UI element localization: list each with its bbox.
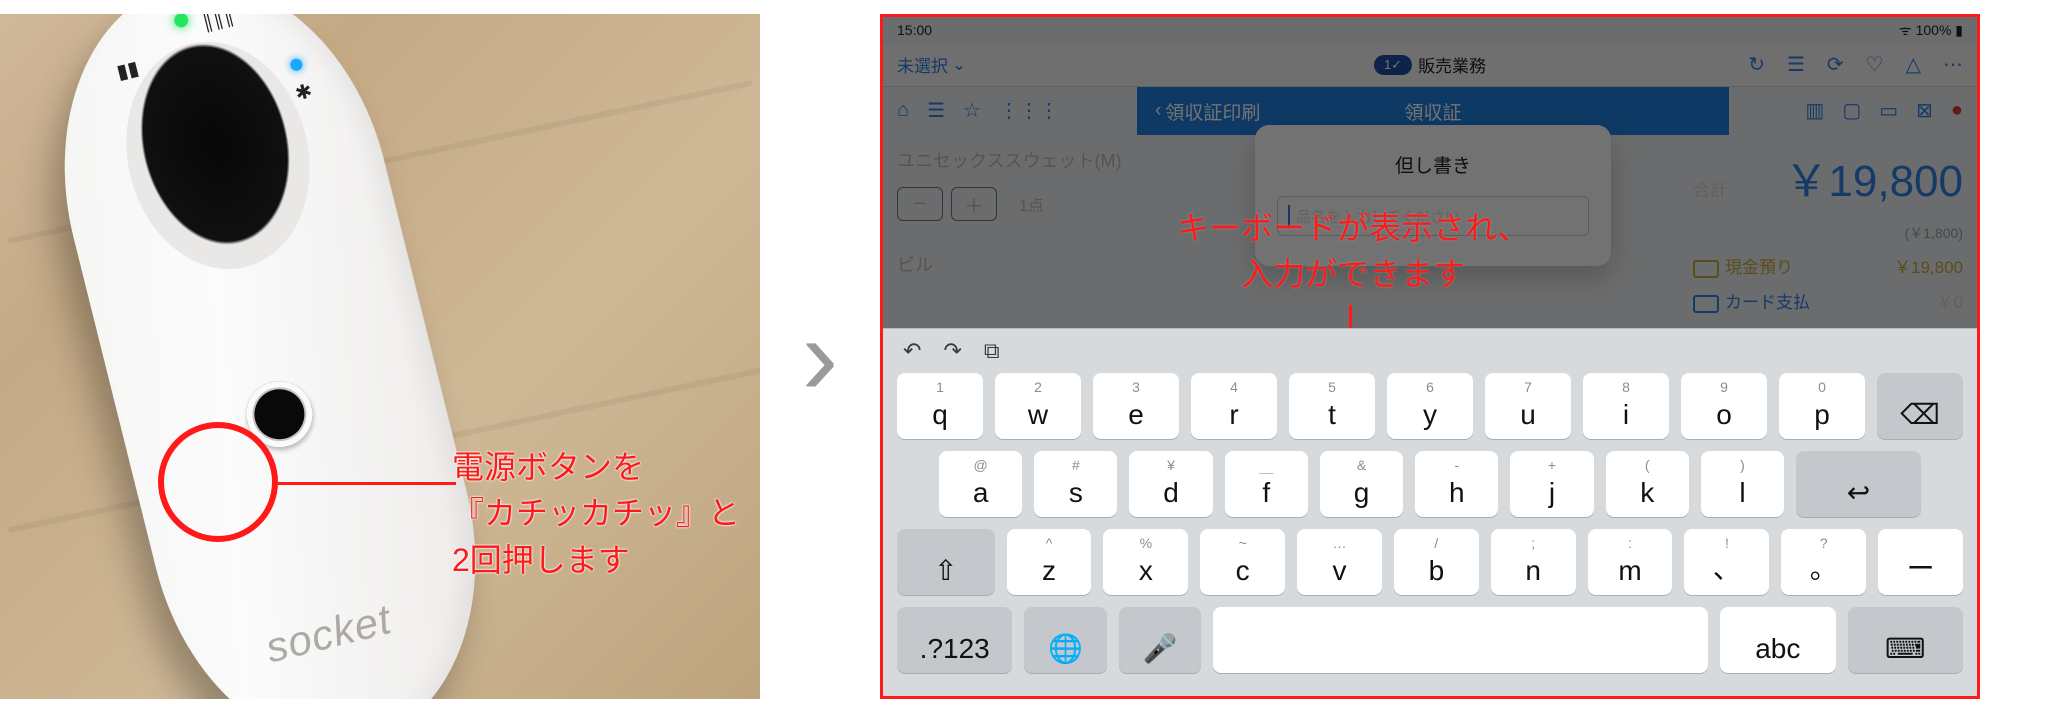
led-green — [173, 14, 190, 29]
key-、[interactable]: !、 — [1684, 529, 1769, 595]
key-space[interactable] — [1213, 607, 1708, 673]
key-d[interactable]: ¥d — [1129, 451, 1212, 517]
key-y[interactable]: 6y — [1387, 373, 1473, 439]
battery-icon: ▮▮ — [114, 55, 141, 85]
key-t[interactable]: 5t — [1289, 373, 1375, 439]
key-v[interactable]: …v — [1297, 529, 1382, 595]
arrow-icon: › — [760, 293, 880, 420]
key-return[interactable]: ↩ — [1796, 451, 1921, 517]
key-n[interactable]: ;n — [1491, 529, 1576, 595]
key-r[interactable]: 4r — [1191, 373, 1277, 439]
brand-text: socket — [261, 595, 396, 672]
key-abc[interactable]: abc — [1720, 607, 1835, 673]
key-c[interactable]: ~c — [1200, 529, 1285, 595]
key-k[interactable]: (k — [1606, 451, 1689, 517]
key-hide[interactable]: ⌨ — [1848, 607, 1963, 673]
key-j[interactable]: +j — [1510, 451, 1593, 517]
key-z[interactable]: ^z — [1007, 529, 1092, 595]
barcode-icon: ║║║ — [199, 14, 235, 33]
scanner-photo-panel: ▮▮ ║║║ ✱ socket 電源ボタンを 『カチッカチッ』と 2回押します — [0, 14, 760, 699]
key-b[interactable]: /b — [1394, 529, 1479, 595]
undo-icon[interactable]: ↶ — [903, 338, 921, 364]
key-。[interactable]: ?。 — [1781, 529, 1866, 595]
key-g[interactable]: &g — [1320, 451, 1403, 517]
key-ー[interactable]: ー — [1878, 529, 1963, 595]
key-i[interactable]: 8i — [1583, 373, 1669, 439]
callout-circle — [158, 422, 278, 542]
led-blue — [289, 57, 304, 72]
key-h[interactable]: -h — [1415, 451, 1498, 517]
key-shift[interactable]: ⇧ — [897, 529, 995, 595]
key-e[interactable]: 3e — [1093, 373, 1179, 439]
annotation-right: キーボードが表示され、 入力ができます — [1177, 205, 1529, 298]
copy-icon[interactable]: ⧉ — [984, 338, 1000, 364]
callout-leader — [278, 482, 456, 485]
key-a[interactable]: @a — [939, 451, 1022, 517]
key-numeric[interactable]: .?123 — [897, 607, 1012, 673]
bluetooth-icon: ✱ — [292, 78, 314, 106]
key-s[interactable]: #s — [1034, 451, 1117, 517]
key-x[interactable]: %x — [1103, 529, 1188, 595]
key-f[interactable]: ＿f — [1225, 451, 1308, 517]
scanner-body: ▮▮ ║║║ ✱ socket — [20, 14, 519, 699]
keyboard: ↶ ↷ ⧉ 1q2w3e4r5t6y7u8i9o0p⌫ @a#s¥d＿f&g-h… — [883, 328, 1977, 696]
key-o[interactable]: 9o — [1681, 373, 1767, 439]
key-backspace[interactable]: ⌫ — [1877, 373, 1963, 439]
key-p[interactable]: 0p — [1779, 373, 1865, 439]
annotation-left: 電源ボタンを 『カチッカチッ』と 2回押します — [452, 444, 740, 583]
key-w[interactable]: 2w — [995, 373, 1081, 439]
ipad-panel: 15:00 ᯤ 100% ▮ 未選択 ⌄ 1✓ 販売業務 ↻ ☰ ⟳ ♡ △ ⋯ — [880, 14, 1980, 699]
key-globe[interactable]: 🌐 — [1024, 607, 1106, 673]
key-u[interactable]: 7u — [1485, 373, 1571, 439]
key-q[interactable]: 1q — [897, 373, 983, 439]
key-m[interactable]: :m — [1588, 529, 1673, 595]
key-l[interactable]: )l — [1701, 451, 1784, 517]
key-mic[interactable]: 🎤 — [1119, 607, 1201, 673]
redo-icon[interactable]: ↷ — [943, 338, 961, 364]
